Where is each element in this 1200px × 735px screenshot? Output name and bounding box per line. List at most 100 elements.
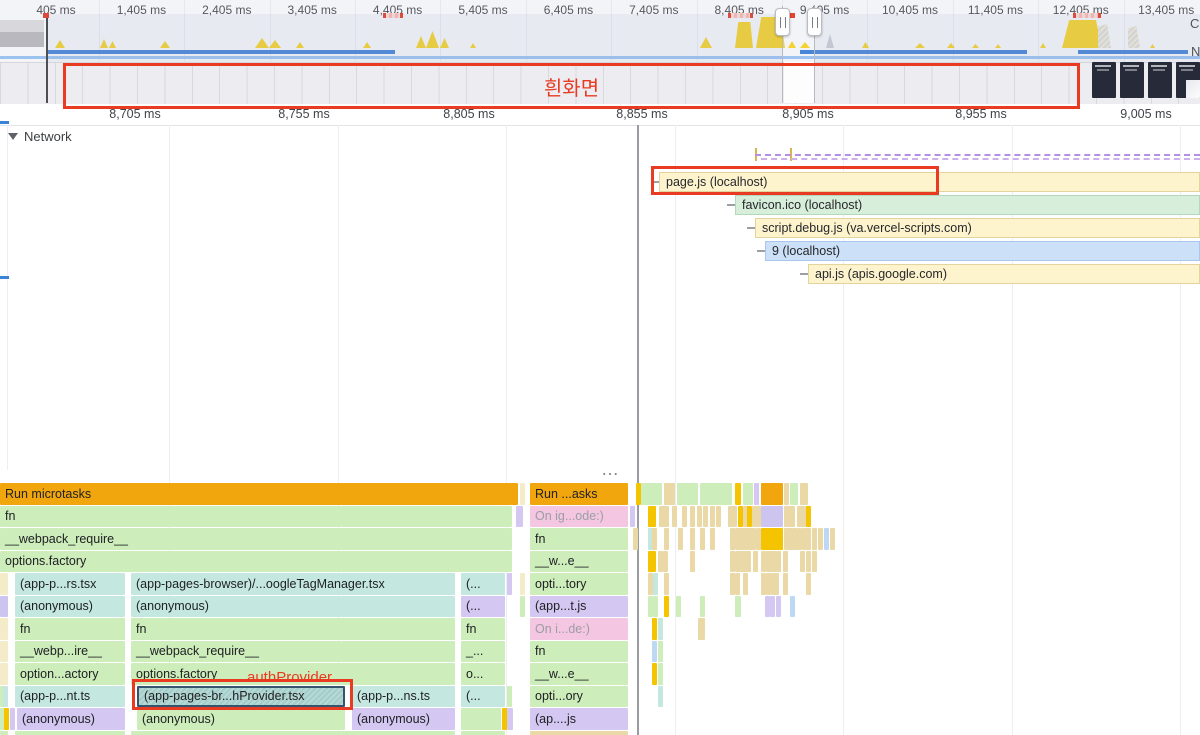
flame-bar[interactable]: [700, 528, 705, 550]
flame-bar[interactable]: [728, 506, 737, 528]
flame-bar[interactable]: [658, 618, 663, 640]
flame-bar[interactable]: [776, 596, 781, 618]
flame-bar[interactable]: (app-p...nt.ts: [15, 686, 125, 708]
flame-bar[interactable]: [676, 596, 681, 618]
flame-bar[interactable]: o...: [461, 663, 505, 685]
screenshot-thumb[interactable]: [1148, 62, 1172, 98]
flame-bar[interactable]: [678, 528, 683, 550]
flame-bar[interactable]: [743, 573, 748, 595]
flame-bar[interactable]: [710, 506, 715, 528]
flame-bar[interactable]: Run microtasks: [0, 483, 518, 505]
flame-bar[interactable]: [806, 551, 811, 573]
selection-right-handle[interactable]: [807, 8, 822, 36]
flame-bar[interactable]: (...: [461, 686, 505, 708]
flame-bar[interactable]: fn: [461, 618, 505, 640]
flame-bar[interactable]: fn: [530, 641, 628, 663]
screenshot-thumb[interactable]: [1176, 62, 1200, 98]
flame-bar[interactable]: fn: [131, 618, 455, 640]
flame-bar[interactable]: [516, 506, 523, 528]
flame-bar[interactable]: [641, 483, 662, 505]
flame-bar[interactable]: _...: [461, 641, 505, 663]
flame-bar[interactable]: [630, 506, 635, 528]
flame-bar[interactable]: [790, 483, 798, 505]
flame-bar[interactable]: [806, 528, 811, 550]
flame-bar[interactable]: On i...de:): [530, 618, 628, 640]
selection-left-handle[interactable]: [775, 8, 790, 36]
track-splitter-handle[interactable]: …: [601, 459, 620, 480]
flame-bar[interactable]: [520, 573, 525, 595]
flame-bar[interactable]: [700, 596, 705, 618]
flame-bar[interactable]: [761, 506, 783, 528]
flame-bar[interactable]: [735, 573, 740, 595]
flame-bar[interactable]: [800, 483, 808, 505]
flame-bar[interactable]: [682, 506, 687, 528]
flame-bar[interactable]: [652, 663, 657, 685]
flame-bar[interactable]: __webp...ire__: [15, 641, 125, 663]
flame-bar[interactable]: [812, 551, 817, 573]
flame-bar[interactable]: [0, 731, 8, 735]
flame-bar[interactable]: [0, 641, 8, 663]
flame-bar[interactable]: __webpack_require__: [131, 641, 455, 663]
flame-bar[interactable]: [520, 483, 525, 505]
flame-bar[interactable]: __w...e__: [530, 551, 628, 573]
flame-bar[interactable]: [648, 551, 656, 573]
flame-bar[interactable]: [700, 483, 732, 505]
network-request-bar[interactable]: script.debug.js (va.vercel-scripts.com): [755, 218, 1200, 238]
flame-bar[interactable]: [716, 506, 721, 528]
flame-bar[interactable]: [698, 618, 705, 640]
flame-bar[interactable]: [771, 573, 779, 595]
flame-bar[interactable]: [690, 506, 695, 528]
network-request-bar[interactable]: 9 (localhost): [765, 241, 1200, 261]
flame-bar[interactable]: [507, 708, 513, 730]
flame-bar[interactable]: (anonymous): [352, 708, 455, 730]
flame-bar[interactable]: [507, 686, 512, 708]
flame-bar[interactable]: [530, 731, 628, 735]
flame-bar[interactable]: [659, 506, 669, 528]
flame-bar[interactable]: [690, 551, 695, 573]
network-resizer-tick-top[interactable]: [0, 121, 9, 124]
flame-bar[interactable]: [520, 596, 525, 618]
flame-bar[interactable]: [770, 596, 775, 618]
flame-bar[interactable]: [812, 528, 817, 550]
flame-bar[interactable]: [0, 663, 8, 685]
flame-bar[interactable]: [652, 528, 657, 550]
flame-bar[interactable]: (anonymous): [131, 596, 455, 618]
flame-bar[interactable]: [790, 596, 795, 618]
screenshot-thumb[interactable]: [1092, 62, 1116, 98]
network-request-bar[interactable]: api.js (apis.google.com): [808, 264, 1200, 284]
flame-bar[interactable]: [10, 708, 15, 730]
flame-bar[interactable]: [677, 483, 698, 505]
flame-bar[interactable]: [15, 731, 125, 735]
flame-bar[interactable]: [735, 596, 741, 618]
flame-bar[interactable]: [0, 596, 8, 618]
flame-bar[interactable]: (anonymous): [137, 708, 345, 730]
flame-bar[interactable]: [664, 528, 669, 550]
flame-bar[interactable]: options.factory: [0, 551, 512, 573]
flame-bar[interactable]: [697, 506, 702, 528]
flame-bar[interactable]: [784, 483, 789, 505]
flame-bar[interactable]: [761, 528, 783, 550]
flame-bar[interactable]: option...actory: [15, 663, 125, 685]
flame-bar[interactable]: (app-pages-browser)/...oogleTagManager.t…: [131, 573, 455, 595]
flame-bar[interactable]: [664, 573, 669, 595]
flame-bar[interactable]: Run ...asks: [530, 483, 628, 505]
flame-bar[interactable]: [800, 551, 805, 573]
flame-bar[interactable]: __w...e__: [530, 663, 628, 685]
flame-bar[interactable]: (anonymous): [15, 596, 125, 618]
flame-bar[interactable]: [806, 506, 811, 528]
flame-bar[interactable]: [663, 551, 668, 573]
flame-bar[interactable]: (app-p...ns.ts: [352, 686, 455, 708]
flame-bar[interactable]: (...: [461, 596, 505, 618]
flame-bar[interactable]: [658, 686, 663, 708]
screenshot-thumb[interactable]: [1120, 62, 1144, 98]
flame-bar[interactable]: [3, 686, 8, 708]
flame-bar[interactable]: On ig...ode:): [530, 506, 628, 528]
flame-bar[interactable]: [710, 528, 715, 550]
flame-bar[interactable]: [830, 528, 835, 550]
flame-bar[interactable]: [690, 528, 695, 550]
flame-bar[interactable]: [735, 483, 741, 505]
flame-bar[interactable]: (...: [461, 573, 505, 595]
flame-bar[interactable]: [658, 641, 663, 663]
flame-bar[interactable]: [703, 506, 708, 528]
flame-bar[interactable]: [653, 596, 658, 618]
